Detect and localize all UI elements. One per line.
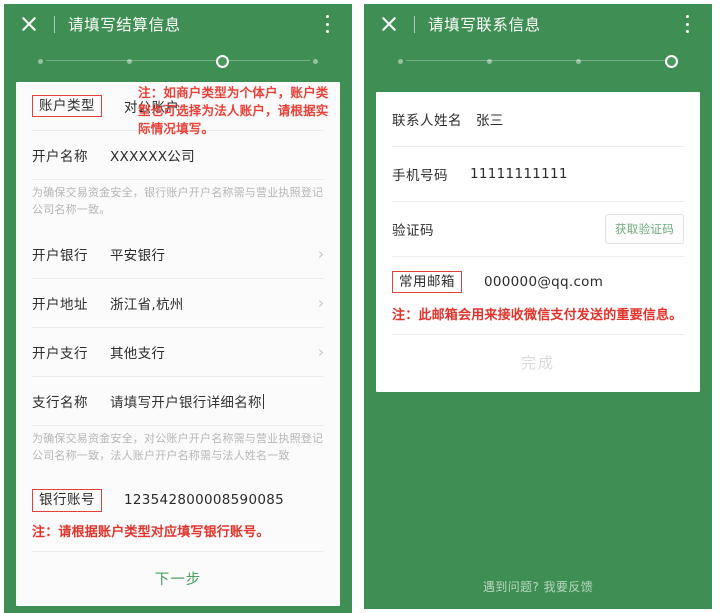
field-branch[interactable]: 开户支行 其他支行 › bbox=[16, 328, 340, 376]
account-name-hint: 为确保交易资金安全，银行账户开户名称需与营业执照登记公司名称一致。 bbox=[32, 186, 324, 217]
field-label-branch-name: 支行名称 bbox=[32, 395, 88, 412]
field-label-bank-account: 银行账号 bbox=[32, 488, 102, 512]
header-divider bbox=[54, 15, 55, 33]
field-value-contact-name: 张三 bbox=[476, 113, 504, 129]
step-progress bbox=[38, 46, 318, 76]
right-top-bar: 请填写联系信息 bbox=[364, 4, 712, 44]
field-label-email: 常用邮箱 bbox=[392, 270, 462, 294]
step-dot-4 bbox=[313, 58, 318, 64]
step-dots bbox=[38, 46, 318, 76]
left-top-bar: 请填写结算信息 bbox=[4, 4, 352, 44]
field-phone[interactable]: 手机号码 11111111111 bbox=[376, 147, 700, 201]
page-title: 请填写结算信息 bbox=[68, 16, 181, 34]
email-annotation: 注：此邮箱会用来接收微信支付发送的重要信息。 bbox=[392, 308, 683, 323]
get-verification-code-button[interactable]: 获取验证码 bbox=[605, 214, 684, 244]
bank-account-annotation: 注：请根据账户类型对应填写银行账号。 bbox=[32, 525, 270, 541]
close-icon[interactable] bbox=[20, 15, 38, 33]
bottom-rule bbox=[364, 609, 712, 613]
field-label-bank: 开户银行 bbox=[32, 248, 88, 265]
feedback-link[interactable]: 遇到问题? 我要反馈 bbox=[364, 578, 712, 595]
settlement-form-card: 注：如商户类型为个体户，账户类型也可选择为法人账户，请根据实际情况填写。 账户类… bbox=[16, 82, 340, 607]
more-vertical-icon[interactable] bbox=[680, 15, 694, 33]
field-value-account-type: 对公账户 bbox=[124, 100, 180, 116]
close-icon[interactable] bbox=[380, 15, 398, 33]
branch-name-hint: 为确保交易资金安全，对公账户开户名称需与营业执照登记公司名称一致，法人账户开户名… bbox=[32, 432, 324, 463]
step-dot-4-active bbox=[665, 54, 678, 68]
header-divider bbox=[414, 15, 415, 33]
chevron-right-icon: › bbox=[318, 342, 324, 361]
step-progress bbox=[398, 46, 678, 76]
field-value-account-name: XXXXXX公司 bbox=[110, 149, 195, 165]
field-label-verify-code: 验证码 bbox=[392, 223, 434, 239]
field-bank-address[interactable]: 开户地址 浙江省,杭州 › bbox=[16, 279, 340, 327]
field-label-account-name: 开户名称 bbox=[32, 149, 88, 165]
field-verify-code[interactable]: 验证码 获取验证码 bbox=[376, 202, 700, 256]
field-label-phone: 手机号码 bbox=[392, 168, 448, 184]
dual-screenshot-container: 请填写结算信息 注：如商户类型为个体户，账户类型也可选择为法人账户，请根据实际情… bbox=[0, 0, 720, 613]
field-value-phone: 11111111111 bbox=[470, 166, 568, 182]
chevron-right-icon: › bbox=[318, 244, 324, 263]
text-cursor bbox=[262, 393, 264, 409]
field-account-name[interactable]: 开户名称 XXXXXX公司 bbox=[16, 131, 340, 179]
field-value-branch: 其他支行 bbox=[110, 346, 166, 363]
field-label-branch: 开户支行 bbox=[32, 346, 88, 363]
field-label-bank-address: 开户地址 bbox=[32, 297, 88, 314]
right-phone-screen: 请填写联系信息 联系人姓名 张三 手机号码 11111111111 验证码 获取… bbox=[360, 0, 716, 613]
field-value-bank-address: 浙江省,杭州 bbox=[110, 297, 184, 314]
step-dots bbox=[398, 46, 678, 76]
right-screen-body: 请填写联系信息 联系人姓名 张三 手机号码 11111111111 验证码 获取… bbox=[364, 4, 712, 613]
field-label-account-type: 账户类型 bbox=[32, 94, 102, 118]
field-contact-name[interactable]: 联系人姓名 张三 bbox=[376, 92, 700, 146]
field-value-bank-account: 123542800008590085 bbox=[124, 492, 285, 509]
step-dot-1 bbox=[398, 58, 403, 64]
more-vertical-icon[interactable] bbox=[320, 15, 334, 33]
page-title: 请填写联系信息 bbox=[428, 16, 541, 34]
step-dot-3 bbox=[576, 58, 581, 64]
left-screen-body: 请填写结算信息 注：如商户类型为个体户，账户类型也可选择为法人账户，请根据实际情… bbox=[4, 4, 352, 613]
step-dot-1 bbox=[38, 58, 43, 64]
contact-form-card: 联系人姓名 张三 手机号码 11111111111 验证码 获取验证码 常用邮箱… bbox=[376, 92, 700, 392]
step-dot-2 bbox=[127, 58, 132, 64]
chevron-right-icon: › bbox=[318, 293, 324, 312]
field-value-email: 000000@qq.com bbox=[484, 274, 604, 290]
step-dot-3-active bbox=[216, 54, 229, 68]
next-step-button[interactable]: 下一步 bbox=[16, 552, 340, 606]
branch-name-input[interactable]: 请填写开户银行详细名称 bbox=[110, 391, 262, 411]
done-button[interactable]: 完成 bbox=[376, 335, 700, 392]
step-dot-2 bbox=[487, 58, 492, 64]
field-bank[interactable]: 开户银行 平安银行 › bbox=[16, 230, 340, 278]
field-label-contact-name: 联系人姓名 bbox=[392, 113, 462, 129]
field-bank-account[interactable]: 银行账号 123542800008590085 bbox=[16, 476, 340, 524]
field-value-bank: 平安银行 bbox=[110, 248, 166, 265]
field-account-type[interactable]: 账户类型 对公账户 bbox=[16, 82, 340, 130]
field-branch-name[interactable]: 支行名称 请填写开户银行详细名称 bbox=[16, 377, 340, 425]
left-phone-screen: 请填写结算信息 注：如商户类型为个体户，账户类型也可选择为法人账户，请根据实际情… bbox=[0, 0, 356, 613]
field-email[interactable]: 常用邮箱 000000@qq.com bbox=[376, 257, 700, 307]
